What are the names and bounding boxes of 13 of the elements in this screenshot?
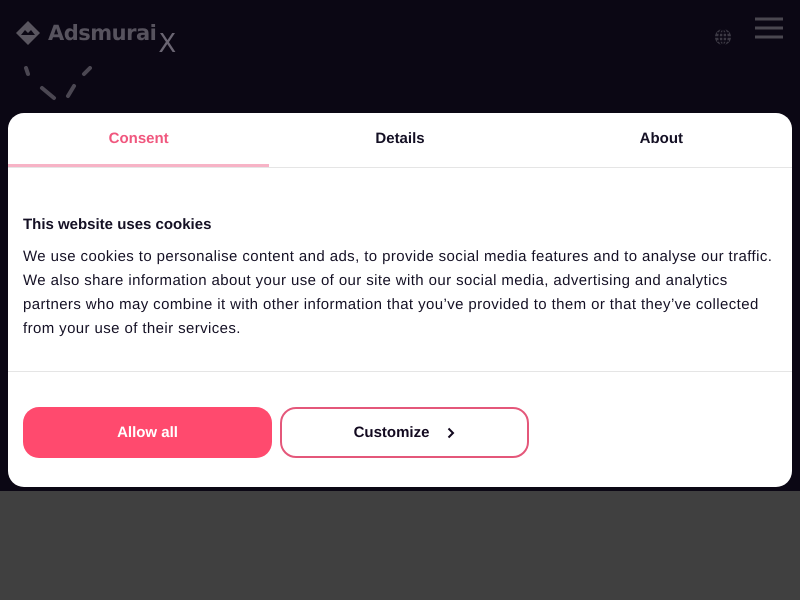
- dialog-tab[interactable]: About: [530, 113, 792, 167]
- globe-icon[interactable]: [714, 28, 732, 46]
- dialog-text: We use cookies to personalise content and ads, to provide social media features and to analyse our traffic. We also share information about your use of our site with our social media, advertising and analytics partners who may combine it with other information that you’ve provided to them or that they’ve collected from your use of their services.: [23, 247, 774, 339]
- logo-icon: [16, 21, 40, 45]
- customize-button[interactable]: Customize: [280, 407, 529, 458]
- chevron-icon: [447, 426, 456, 438]
- menu-icon[interactable]: [754, 17, 784, 39]
- logo-text[interactable]: Adsmurai: [48, 21, 156, 45]
- close-mark[interactable]: X: [158, 29, 176, 59]
- dialog-tab[interactable]: Details: [269, 113, 531, 167]
- dialog-title: This website uses cookies: [23, 216, 212, 233]
- dialog-tab[interactable]: Consent: [8, 113, 270, 167]
- allow-all-button[interactable]: Allow all: [23, 407, 272, 458]
